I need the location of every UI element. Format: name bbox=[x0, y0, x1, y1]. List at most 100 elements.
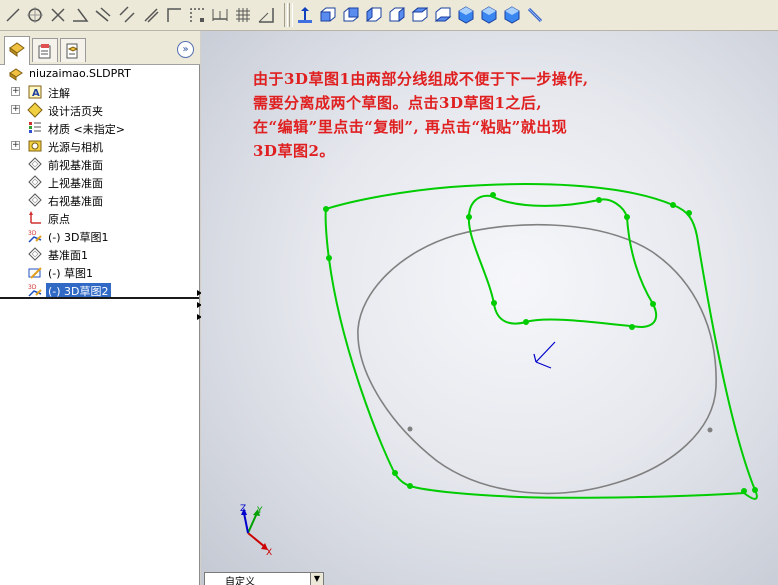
plane-icon bbox=[27, 156, 43, 172]
hide-show-icon[interactable] bbox=[525, 5, 545, 25]
parallel-icon[interactable] bbox=[117, 5, 137, 25]
sketch-point bbox=[392, 470, 398, 476]
tree-item-label: 基准面1 bbox=[48, 249, 88, 262]
gray-ellipse-curve bbox=[357, 223, 717, 495]
isometric-icon[interactable] bbox=[456, 5, 476, 25]
sketch-toolbar bbox=[0, 0, 778, 31]
bottom-view-icon[interactable] bbox=[433, 5, 453, 25]
svg-text:3D: 3D bbox=[28, 284, 37, 291]
tree-item[interactable]: + 设计活页夹 bbox=[0, 101, 199, 119]
sketch-point bbox=[686, 210, 692, 216]
sketch-point bbox=[523, 319, 529, 325]
left-view-icon[interactable] bbox=[364, 5, 384, 25]
tree-item-label: niuzaimao.SLDPRT bbox=[29, 67, 131, 80]
right-view-icon[interactable] bbox=[387, 5, 407, 25]
tree-item[interactable]: niuzaimao.SLDPRT bbox=[0, 65, 199, 83]
trim-icon[interactable] bbox=[48, 5, 68, 25]
tree-item[interactable]: + A 注解 bbox=[0, 83, 199, 101]
tree-item-label: 原点 bbox=[48, 213, 70, 226]
circle-icon[interactable] bbox=[25, 5, 45, 25]
annotation-line-3: 在“编辑”里点击“复制”, 再点击“粘贴”就出现 bbox=[253, 118, 568, 136]
toolbar-separator bbox=[289, 3, 293, 27]
tree-item-label: 设计活页夹 bbox=[48, 105, 103, 118]
annotation-line-2: 需要分离成两个草图。点击3D草图1之后, bbox=[253, 94, 543, 112]
tree-item[interactable]: 右视基准面 bbox=[0, 191, 199, 209]
top-view-icon[interactable] bbox=[410, 5, 430, 25]
plane-icon bbox=[27, 246, 43, 262]
triad-z-label: Z bbox=[240, 504, 246, 514]
back-view-icon[interactable] bbox=[341, 5, 361, 25]
tree-item[interactable]: 基准面1 bbox=[0, 245, 199, 263]
tree-item-label: (-) 草图1 bbox=[48, 267, 94, 280]
expand-toggle-icon[interactable]: + bbox=[11, 87, 20, 96]
origin-marker bbox=[533, 341, 556, 369]
view-triad bbox=[241, 508, 268, 550]
feature-manager-panel: » niuzaimao.SLDPRT + A 注解 + 设计活页夹材质 <未指定> + 光源与… bbox=[0, 31, 200, 585]
dimetric-icon[interactable] bbox=[502, 5, 522, 25]
svg-text:A: A bbox=[32, 88, 40, 99]
configuration-manager-tab[interactable] bbox=[60, 38, 86, 62]
expand-toggle-icon[interactable]: + bbox=[11, 105, 20, 114]
sketch-point bbox=[624, 214, 630, 220]
green-outer-curve bbox=[324, 183, 758, 500]
property-manager-tab[interactable] bbox=[32, 38, 58, 62]
feature-manager-tab[interactable] bbox=[4, 36, 30, 65]
tree-item-label: (-) 3D草图1 bbox=[48, 231, 109, 244]
expand-panel-button[interactable]: » bbox=[177, 41, 194, 58]
construction-icon[interactable] bbox=[93, 5, 113, 25]
sketch-point bbox=[629, 324, 635, 330]
sketch-point bbox=[741, 488, 747, 494]
tree-item-label: 材质 <未指定> bbox=[48, 123, 125, 136]
dimension-icon[interactable] bbox=[210, 5, 230, 25]
tree-item[interactable]: 3D (-) 3D草图1 bbox=[0, 227, 199, 245]
measure-icon[interactable] bbox=[256, 5, 276, 25]
front-view-icon[interactable] bbox=[318, 5, 338, 25]
tree-item[interactable]: + 光源与相机 bbox=[0, 137, 199, 155]
material-icon bbox=[27, 120, 43, 136]
svg-text:3D: 3D bbox=[28, 230, 37, 237]
tree-item[interactable]: 上视基准面 bbox=[0, 173, 199, 191]
sketch-point bbox=[596, 197, 602, 203]
tree-item[interactable]: (-) 草图1 bbox=[0, 263, 199, 281]
trimetric-icon[interactable] bbox=[479, 5, 499, 25]
sketch-point bbox=[490, 192, 496, 198]
ellipse-point bbox=[707, 427, 713, 433]
tree-item-label: 注解 bbox=[48, 87, 70, 100]
sketch-point bbox=[466, 214, 472, 220]
tree-item[interactable]: 原点 bbox=[0, 209, 199, 227]
graphics-viewport[interactable]: X Y Z 由于3D草图1由两部分线组成不便于下一步操作, 需要分离成两个草图。… bbox=[201, 31, 778, 585]
expand-toggle-icon[interactable]: + bbox=[11, 141, 20, 150]
tree-item[interactable]: 材质 <未指定> bbox=[0, 119, 199, 137]
annotation-icon: A bbox=[27, 84, 43, 100]
chevron-down-icon[interactable]: ▼ bbox=[310, 573, 323, 585]
grid-icon[interactable] bbox=[233, 5, 253, 25]
sketch-point bbox=[491, 300, 497, 306]
perpendicular-icon[interactable] bbox=[141, 5, 161, 25]
pattern-icon[interactable] bbox=[187, 5, 207, 25]
plane-icon bbox=[27, 192, 43, 208]
part-icon bbox=[8, 66, 24, 82]
triad-y-label: Y bbox=[256, 506, 263, 516]
annotation-line-1: 由于3D草图1由两部分线组成不便于下一步操作, bbox=[253, 70, 589, 88]
panel-tab-strip: » bbox=[0, 31, 200, 65]
normal-to-icon[interactable] bbox=[295, 5, 315, 25]
sketch-point bbox=[670, 202, 676, 208]
angle-icon[interactable] bbox=[70, 5, 90, 25]
sketch-icon bbox=[27, 264, 43, 280]
lights-camera-icon bbox=[27, 138, 43, 154]
triad-x-label: X bbox=[266, 548, 272, 558]
sketch-point bbox=[323, 206, 329, 212]
rollback-bar[interactable] bbox=[0, 297, 199, 299]
sketch-point bbox=[650, 301, 656, 307]
sketch-point bbox=[326, 255, 332, 261]
tree-item-label: 光源与相机 bbox=[48, 141, 103, 154]
tree-item-label: 右视基准面 bbox=[48, 195, 103, 208]
line-icon[interactable] bbox=[3, 5, 23, 25]
annotation-line-4: 3D草图2。 bbox=[253, 142, 335, 160]
tree-item[interactable]: 前视基准面 bbox=[0, 155, 199, 173]
corner-icon[interactable] bbox=[164, 5, 184, 25]
sketch-scene: X Y Z bbox=[240, 183, 758, 558]
view-orientation-dropdown[interactable]: 自定义 ▼ bbox=[204, 572, 324, 585]
3d-sketch-icon: 3D bbox=[27, 282, 43, 298]
sketch-point bbox=[407, 483, 413, 489]
